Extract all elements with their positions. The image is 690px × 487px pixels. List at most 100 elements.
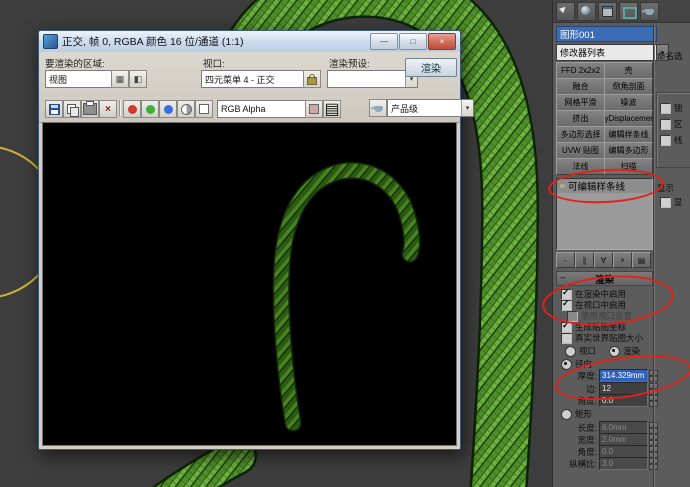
checkbox-label: 锁 [674,103,683,113]
monochrome-icon[interactable] [195,100,213,118]
settings-icon[interactable]: ▤ [323,100,341,118]
remove-modifier-icon[interactable]: × [613,252,632,268]
radio-dot[interactable] [561,408,572,420]
snapshot-icon[interactable] [305,100,323,118]
render-button[interactable]: 渲染 [405,58,457,77]
checkbox-box[interactable] [660,102,671,114]
modifier-button[interactable]: 编辑多边形 [604,142,653,159]
rollout-rendering[interactable]: 渲染 [556,271,653,286]
rect-angle-label: 角度: [577,446,597,457]
save-image-icon[interactable] [45,100,63,118]
auto-region-icon[interactable]: ◧ [129,70,147,88]
radio-label: 矩形 [575,409,593,419]
minimize-button[interactable]: — [370,33,398,50]
checkbox-label: 显 [674,197,683,207]
object-name-field[interactable]: 图形001 [556,26,657,42]
modifier-button[interactable]: 壳 [604,62,653,79]
close-button[interactable]: × [428,33,456,50]
modifier-button[interactable]: 扫描 [604,158,653,175]
window-titlebar[interactable]: 正交, 帧 0, RGBA 颜色 16 位/通道 (1:1) — □ × [39,31,460,53]
lock-viewport-icon[interactable] [303,70,321,88]
copy-image-icon[interactable] [63,100,81,118]
width-label: 宽度: [577,434,597,445]
modifier-button[interactable]: FFD 2x2x2 [556,62,605,79]
render-production-teapot-icon[interactable] [640,1,659,21]
checkbox-box[interactable] [660,118,671,130]
checkbox-label: 真实世界贴图大小 [575,333,644,343]
angle-label: 角度: [577,395,597,406]
modifier-button[interactable]: 网格平滑 [556,94,605,111]
maximize-button[interactable]: □ [399,33,427,50]
pin-stack-icon[interactable]: - [556,252,575,268]
checkbox-lock-handles[interactable]: 锁 [660,102,683,114]
modifier-button[interactable]: 噪波 [604,94,653,111]
rendered-image [272,161,421,432]
aspect-field[interactable]: 纵横比: 3.0 ▴▾ [555,457,658,470]
radio-viewport[interactable]: 视口 [565,345,596,357]
production-dropdown[interactable]: 产品级 [387,99,474,117]
blue-channel-icon[interactable] [159,100,177,118]
rendered-frame-window-icon[interactable] [619,1,638,21]
clear-image-icon[interactable]: × [99,100,117,118]
radio-label: 视口 [579,346,597,356]
rendered-rope [274,163,419,430]
thickness-value[interactable]: 314.329mm [599,369,648,382]
aspect-label: 纵横比: [569,458,597,469]
stack-item-editable-spline[interactable]: 可编辑样条线 [557,179,652,193]
main-toolbar-fragment [553,0,690,23]
angle-field[interactable]: 角度: 0.0 ▴▾ [555,394,658,407]
show-end-result-icon[interactable]: ∥ [575,252,594,268]
thickness-label: 厚度: [577,370,597,381]
modifier-button[interactable]: 倒角剖面 [604,78,653,95]
rendered-frame-window: 正交, 帧 0, RGBA 颜色 16 位/通道 (1:1) — □ × 要渲染… [38,30,474,450]
checkbox-box[interactable] [660,134,671,146]
render-window-toolbar: 要渲染的区域: 视口: 渲染预设: 视图 ▦ ◧ 四元菜单 4 - 正交 渲染 … [39,52,474,123]
edit-region-icon[interactable]: ▦ [111,70,129,88]
area-to-render-label: 要渲染的区域: [45,59,105,70]
sides-label: 边: [586,383,597,394]
object-name-value: 图形001 [560,30,595,41]
rollout-title: 渲染 [594,274,614,286]
channel-display-value: RGB Alpha [221,104,266,114]
panel-column-divider [653,24,654,487]
checkbox-area-selection[interactable]: 区 [660,118,683,130]
modifier-button[interactable]: UVW 贴图 [556,142,605,159]
aspect-value[interactable]: 3.0 [599,457,648,470]
modifier-button[interactable]: 编辑样条线 [604,126,653,143]
green-channel-icon[interactable] [141,100,159,118]
modifier-button[interactable]: 挤出 [556,110,605,127]
modifier-button[interactable]: 法线 [556,158,605,175]
modifier-button[interactable]: 多边形选择 [556,126,605,143]
production-value: 产品级 [391,103,419,114]
print-image-icon[interactable] [81,100,99,118]
radio-dot[interactable] [561,358,572,370]
radio-rectangular[interactable]: 矩形 [561,408,592,420]
material-editor-icon[interactable] [577,1,596,21]
checkbox-real-world-map-size[interactable]: 真实世界贴图大小 [561,332,643,344]
checkbox-box[interactable] [561,332,572,344]
select-arrow-icon[interactable] [556,1,575,21]
thickness-field[interactable]: 厚度: 314.329mm ▴▾ [555,369,658,382]
configure-modifier-sets-icon[interactable]: ▤ [632,252,651,268]
modifier-button[interactable]: ayDisplacement [604,110,653,127]
checkbox-box[interactable] [660,196,671,208]
radio-renderer[interactable]: 渲染 [609,345,640,357]
modifier-stack: 可编辑样条线 [556,178,653,250]
render-setup-icon[interactable] [598,1,617,21]
modifier-button[interactable]: 融合 [556,78,605,95]
viewport-value: 四元菜单 4 - 正交 [205,74,275,85]
checkbox-show-vertex-numbers[interactable]: 显 [660,196,683,208]
command-panel: 图形001 修改器列表 FFD 2x2x2 壳 融合 倒角剖面 网格平滑 噪波 … [552,0,690,487]
checkbox-box[interactable] [561,320,572,333]
checkbox-box[interactable] [561,298,572,311]
window-icon [43,34,58,49]
make-unique-icon[interactable]: ∀ [594,252,613,268]
render-production-icon[interactable] [369,99,387,117]
length-label: 长度: [577,422,597,433]
checkbox-segment-end[interactable]: 线 [660,134,683,146]
radio-dot[interactable] [609,345,620,357]
red-channel-icon[interactable] [123,100,141,118]
radio-dot[interactable] [565,345,576,357]
angle-value[interactable]: 0.0 [599,394,648,407]
alpha-channel-icon[interactable] [177,100,195,118]
